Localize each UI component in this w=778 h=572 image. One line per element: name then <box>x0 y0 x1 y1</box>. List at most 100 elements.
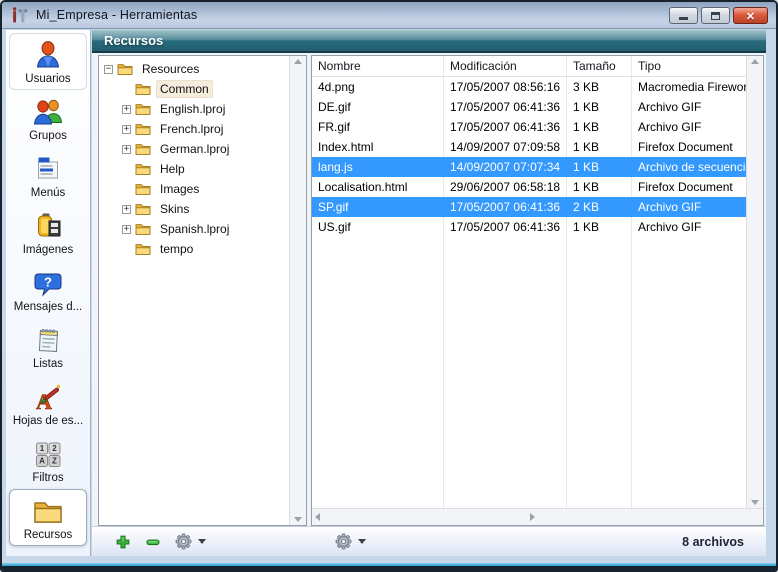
close-icon <box>746 8 755 23</box>
sidebar-item-filtros[interactable]: Filtros <box>9 432 87 489</box>
resources-tree-panel: − Resources Common + English.lproj + Fre… <box>98 55 307 526</box>
gear-icon <box>175 533 192 550</box>
tree-expander-icon[interactable]: + <box>122 125 131 134</box>
file-count-status: 8 archivos <box>682 535 754 549</box>
scroll-right-icon[interactable] <box>530 513 535 521</box>
cell-name: Localisation.html <box>312 177 444 197</box>
folder-big-icon <box>32 495 64 527</box>
sidebar-item-label: Filtros <box>32 472 63 484</box>
file-row-4d-png[interactable]: 4d.png 17/05/2007 08:56:16 3 KB Macromed… <box>312 77 746 97</box>
actions-right-button[interactable] <box>330 530 356 554</box>
group-icon <box>32 96 64 128</box>
sidebar-item-label: Menús <box>31 187 66 199</box>
tree-expander-icon[interactable]: + <box>122 105 131 114</box>
section-title: Recursos <box>104 33 163 48</box>
lists-icon <box>32 324 64 356</box>
remove-button[interactable] <box>140 530 166 554</box>
column-header-tipo[interactable]: Tipo <box>632 56 746 76</box>
folder-icon <box>135 122 151 136</box>
maximize-button[interactable] <box>701 7 730 24</box>
sidebar-item-imagenes[interactable]: Imágenes <box>9 204 87 261</box>
tree-item-french-lproj[interactable]: + French.lproj <box>99 119 289 139</box>
tree-item-help[interactable]: Help <box>99 159 289 179</box>
folder-icon <box>135 242 151 256</box>
sidebar-item-grupos[interactable]: Grupos <box>9 90 87 147</box>
folder-icon <box>135 142 151 156</box>
minimize-icon <box>679 17 688 20</box>
add-button[interactable] <box>110 530 136 554</box>
file-row-us-gif[interactable]: US.gif 17/05/2007 06:41:36 1 KB Archivo … <box>312 217 746 237</box>
scroll-down-icon[interactable] <box>294 517 302 522</box>
scroll-up-icon[interactable] <box>751 59 759 64</box>
plus-icon <box>115 534 131 550</box>
scrollbar-corner <box>744 509 760 525</box>
cell-name: SP.gif <box>312 197 444 217</box>
tree-item-german-lproj[interactable]: + German.lproj <box>99 139 289 159</box>
content-area: Recursos − Resources Common + English.lp… <box>92 30 766 556</box>
file-list-panel: NombreModificaciónTamañoTipo 4d.png 17/0… <box>311 55 764 526</box>
sidebar-item-usuarios[interactable]: Usuarios <box>9 33 87 90</box>
titlebar[interactable]: Mi_Empresa - Herramientas <box>2 2 776 29</box>
minimize-button[interactable] <box>669 7 698 24</box>
cell-modified: 17/05/2007 06:41:36 <box>444 217 567 237</box>
tree-item-label: English.lproj <box>156 100 229 118</box>
cell-modified: 14/09/2007 07:07:34 <box>444 157 567 177</box>
images-icon <box>32 210 64 242</box>
sidebar-item-mensajes-d[interactable]: Mensajes d... <box>9 261 87 318</box>
folder-icon <box>135 222 151 236</box>
cell-modified: 17/05/2007 06:41:36 <box>444 117 567 137</box>
cell-type: Archivo GIF <box>632 97 746 117</box>
cell-size: 3 KB <box>567 77 632 97</box>
file-row-lang-js[interactable]: lang.js 14/09/2007 07:07:34 1 KB Archivo… <box>312 157 746 177</box>
tree-item-images[interactable]: Images <box>99 179 289 199</box>
close-button[interactable] <box>733 7 768 24</box>
tree-expander-icon[interactable]: + <box>122 145 131 154</box>
cell-name: US.gif <box>312 217 444 237</box>
table-horizontal-scrollbar[interactable] <box>312 508 763 525</box>
file-row-localisation-html[interactable]: Localisation.html 29/06/2007 06:58:18 1 … <box>312 177 746 197</box>
sidebar-item-menus[interactable]: Menús <box>9 147 87 204</box>
tree-item-english-lproj[interactable]: + English.lproj <box>99 99 289 119</box>
column-header-modificacion[interactable]: Modificación <box>444 56 567 76</box>
table-vertical-scrollbar[interactable] <box>746 56 763 508</box>
scroll-up-icon[interactable] <box>294 59 302 64</box>
tree-item-resources[interactable]: − Resources <box>99 59 289 79</box>
tree-item-spanish-lproj[interactable]: + Spanish.lproj <box>99 219 289 239</box>
file-row-fr-gif[interactable]: FR.gif 17/05/2007 06:41:36 1 KB Archivo … <box>312 117 746 137</box>
column-header-nombre[interactable]: Nombre <box>312 56 444 76</box>
tree-expander-icon[interactable]: + <box>122 225 131 234</box>
sidebar-item-label: Grupos <box>29 130 67 142</box>
dropdown-caret-icon[interactable] <box>358 539 366 544</box>
tree-item-label: Common <box>156 80 213 98</box>
tree-expander-icon[interactable]: + <box>122 205 131 214</box>
scroll-down-icon[interactable] <box>751 500 759 505</box>
actions-left-button[interactable] <box>170 530 196 554</box>
tree-item-tempo[interactable]: tempo <box>99 239 289 259</box>
dropdown-caret-icon[interactable] <box>198 539 206 544</box>
cell-size: 1 KB <box>567 157 632 177</box>
minus-icon <box>145 534 161 550</box>
folder-tree: − Resources Common + English.lproj + Fre… <box>99 56 289 525</box>
tree-vertical-scrollbar[interactable] <box>289 56 306 525</box>
file-row-index-html[interactable]: Index.html 14/09/2007 07:09:58 1 KB Fire… <box>312 137 746 157</box>
stylesheets-icon <box>32 381 64 413</box>
scroll-left-icon[interactable] <box>315 513 320 521</box>
folder-icon <box>117 62 133 76</box>
sidebar-item-recursos[interactable]: Recursos <box>9 489 87 546</box>
tree-item-skins[interactable]: + Skins <box>99 199 289 219</box>
sidebar-item-label: Hojas de es... <box>13 415 83 427</box>
sidebar-item-listas[interactable]: Listas <box>9 318 87 375</box>
cell-type: Firefox Document <box>632 137 746 157</box>
tree-expander-icon[interactable]: − <box>104 65 113 74</box>
column-header-tamano[interactable]: Tamaño <box>567 56 632 76</box>
cell-modified: 29/06/2007 06:58:18 <box>444 177 567 197</box>
maximize-icon <box>711 12 720 20</box>
sidebar-item-hojas-de-es[interactable]: Hojas de es... <box>9 375 87 432</box>
folder-icon <box>135 162 151 176</box>
user-icon <box>32 39 64 71</box>
window-bottom-edge <box>2 566 776 570</box>
file-row-de-gif[interactable]: DE.gif 17/05/2007 06:41:36 1 KB Archivo … <box>312 97 746 117</box>
tree-item-common[interactable]: Common <box>99 79 289 99</box>
file-row-sp-gif[interactable]: SP.gif 17/05/2007 06:41:36 2 KB Archivo … <box>312 197 746 217</box>
cell-size: 1 KB <box>567 97 632 117</box>
